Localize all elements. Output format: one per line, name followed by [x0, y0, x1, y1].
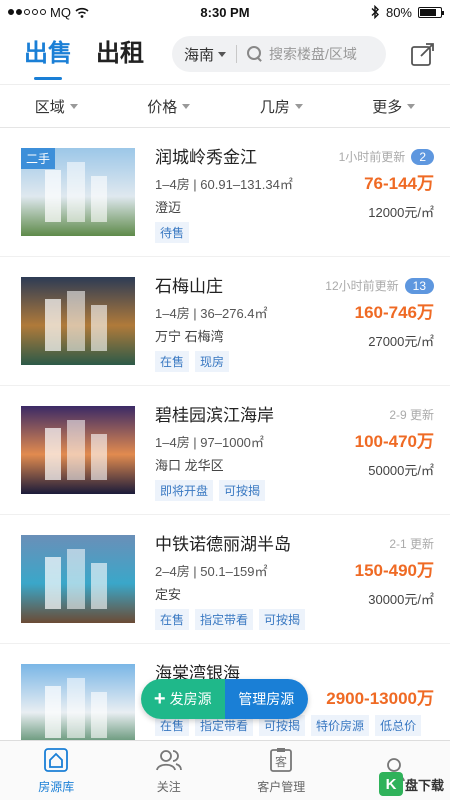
listing-list: 二手 润城岭秀金江 1–4房 | 60.91–131.34㎡ 澄迈 待售 1小时… — [0, 128, 450, 773]
unit-price: 12000元/㎡ — [368, 205, 434, 220]
tag: 在售 — [155, 351, 190, 372]
update-time: 2-9 更新 — [389, 408, 434, 422]
search-icon — [247, 46, 263, 62]
tab-listings[interactable]: 房源库 — [0, 741, 113, 800]
unit-price: 50000元/㎡ — [368, 463, 434, 478]
status-bar: MQ 8:30 PM 80% — [0, 0, 450, 24]
update-time: 12小时前更新 — [325, 279, 399, 293]
unit-price: 30000元/㎡ — [368, 592, 434, 607]
filter-price[interactable]: 价格 — [113, 85, 226, 127]
house-icon — [44, 748, 69, 772]
battery-icon — [418, 6, 444, 18]
update-count-badge: 2 — [411, 148, 434, 165]
listing-price: 160-746万 — [354, 303, 434, 322]
floating-actions: + 发房源 管理房源 — [141, 679, 308, 719]
listing-price: 150-490万 — [354, 561, 434, 580]
plus-icon: + — [153, 688, 166, 710]
city-selector[interactable]: 海南 — [184, 44, 227, 65]
people-icon — [155, 750, 182, 771]
chevron-down-icon — [294, 103, 303, 109]
tab-label: 房源库 — [38, 780, 75, 794]
listing-tags: 待售 — [155, 222, 434, 243]
chevron-down-icon — [182, 103, 191, 109]
tab-follow[interactable]: 关注 — [113, 741, 226, 800]
listing-tags: 即将开盘 可按揭 — [155, 480, 434, 501]
update-time: 2-1 更新 — [389, 537, 434, 551]
used-badge: 二手 — [21, 148, 56, 169]
listing-row[interactable]: 中铁诺德丽湖半岛 2–4房 | 50.1–159㎡ 定安 在售 指定带看 可按揭 2… — [0, 515, 450, 644]
listing-thumbnail — [21, 664, 135, 752]
tab-label: 关注 — [156, 780, 181, 794]
search-bar[interactable]: 海南 搜索楼盘/区域 — [172, 36, 386, 72]
tag: 可按揭 — [219, 480, 266, 501]
listing-price: 2900-13000万 — [326, 689, 434, 708]
listing-row[interactable]: 二手 润城岭秀金江 1–4房 | 60.91–131.34㎡ 澄迈 待售 1小时… — [0, 128, 450, 257]
filter-label: 更多 — [372, 98, 403, 116]
listing-price: 76-144万 — [364, 174, 434, 193]
filter-label: 区域 — [34, 98, 65, 116]
tab-customers[interactable]: 客 客户管理 — [225, 741, 338, 800]
unit-price: 27000元/㎡ — [368, 334, 434, 349]
update-time: 1小时前更新 — [338, 150, 406, 164]
share-icon[interactable] — [410, 41, 436, 67]
listing-row[interactable]: 石梅山庄 1–4房 | 36–276.4㎡ 万宁 石梅湾 在售 现房 12小时前更… — [0, 257, 450, 386]
tag: 指定带看 — [195, 609, 254, 630]
publish-label: 发房源 — [169, 691, 212, 707]
filter-bar: 区域 价格 几房 更多 — [0, 84, 450, 128]
tab-label: 客户管理 — [257, 780, 306, 794]
tag: 特价房源 — [311, 715, 370, 736]
tag: 可按揭 — [259, 609, 306, 630]
filter-area[interactable]: 区域 — [0, 85, 113, 127]
chevron-down-icon — [218, 51, 227, 57]
tag: 低总价 — [375, 715, 422, 736]
chevron-down-icon — [407, 103, 416, 109]
listing-thumbnail — [21, 406, 135, 494]
listing-tags: 在售 指定带看 可按揭 — [155, 609, 434, 630]
listing-tags: 在售 现房 — [155, 351, 434, 372]
filter-rooms[interactable]: 几房 — [225, 85, 338, 127]
tag: 即将开盘 — [155, 480, 214, 501]
tab-sale[interactable]: 出售 — [24, 38, 72, 80]
customer-icon: 客 — [270, 748, 293, 772]
search-input[interactable]: 搜索楼盘/区域 — [269, 44, 357, 64]
tab-rent[interactable]: 出租 — [96, 38, 144, 70]
status-time: 8:30 PM — [200, 4, 250, 20]
watermark-logo: K 盘下载 — [378, 772, 444, 796]
tag: 现房 — [195, 351, 230, 372]
manage-listings-button[interactable]: 管理房源 — [224, 679, 308, 719]
publish-listing-button[interactable]: + 发房源 — [141, 679, 225, 719]
filter-more[interactable]: 更多 — [338, 85, 450, 127]
update-count-badge: 13 — [404, 277, 434, 294]
top-header: 出售 出租 海南 搜索楼盘/区域 — [0, 24, 450, 84]
listing-row[interactable]: 碧桂园滨江海岸 1–4房 | 97–1000㎡ 海口 龙华区 即将开盘 可按揭 2… — [0, 386, 450, 515]
listing-thumbnail — [21, 535, 135, 623]
tag: 待售 — [155, 222, 190, 243]
filter-label: 价格 — [147, 98, 178, 116]
listing-thumbnail — [21, 277, 135, 365]
tag: 在售 — [155, 609, 190, 630]
svg-text:客: 客 — [275, 754, 287, 769]
city-label: 海南 — [184, 46, 215, 64]
manage-label: 管理房源 — [238, 691, 295, 707]
listing-price: 100-470万 — [354, 432, 434, 451]
chevron-down-icon — [69, 103, 78, 109]
filter-label: 几房 — [259, 98, 290, 116]
listing-thumbnail: 二手 — [21, 148, 135, 236]
